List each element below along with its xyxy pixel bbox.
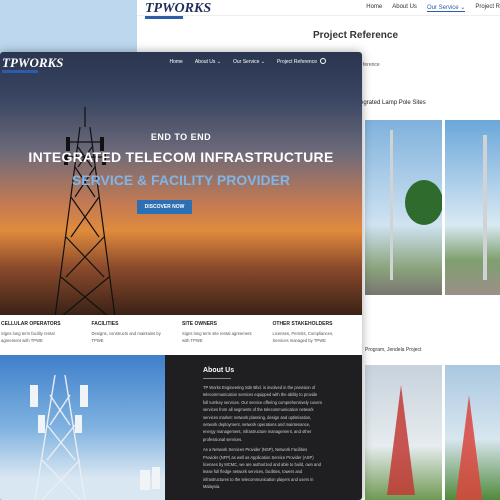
about-tower-image (0, 355, 165, 500)
front-logo[interactable]: TPWORKS (2, 55, 63, 73)
about-title: About Us (203, 367, 235, 374)
card-site-owners: SITE OWNERS Signs long term site rental … (181, 315, 272, 355)
card-text: Signs long term site rental agreement wi… (182, 331, 252, 343)
card-title: SITE OWNERS (182, 321, 218, 327)
stakeholder-cards: CELLULAR OPERATORS Signs long term facil… (0, 315, 362, 355)
back-menu: Home About Us Our Service ⌄ Project R (366, 4, 500, 12)
menu-about[interactable]: About Us ⌄ (195, 59, 221, 65)
foreground-page: TPWORKS Home About Us ⌄ Our Service ⌄ Pr… (0, 52, 362, 500)
hero-headline: INTEGRATED TELECOM INFRASTRUCTURE (28, 149, 334, 165)
card-facilities: FACILITIES Designs, constructs and maint… (91, 315, 182, 355)
back-breadcrumb: ference (363, 62, 380, 68)
menu-project-reference[interactable]: Project Reference (277, 59, 317, 65)
hero-kicker: END TO END (150, 132, 212, 142)
card-cellular-operators: CELLULAR OPERATORS Signs long term facil… (0, 315, 91, 355)
card-title: FACILITIES (91, 321, 119, 327)
back-logo[interactable]: TPWORKS (145, 1, 211, 19)
card-title: OTHER STAKEHOLDERS (272, 321, 333, 327)
about-paragraph-1: TP Works Engineering Sdn Bhd. is involve… (203, 385, 322, 442)
card-title: CELLULAR OPERATORS (1, 321, 61, 327)
card-text: Licenses, Permits, Compliances, Services… (272, 331, 334, 343)
lattice-tower-icon (30, 374, 160, 500)
back-menu-home[interactable]: Home (366, 4, 382, 12)
about-divider (203, 378, 231, 379)
card-text: Designs, constructs and maintains by TPW… (91, 331, 161, 343)
front-navbar: TPWORKS Home About Us ⌄ Our Service ⌄ Pr… (0, 52, 362, 73)
project-photo-4[interactable] (445, 365, 500, 500)
back-section-jendela: Program, Jendela Project (365, 347, 422, 353)
search-icon[interactable] (320, 58, 326, 64)
back-navbar: TPWORKS Home About Us Our Service ⌄ Proj… (137, 0, 500, 19)
hero-subheadline: SERVICE & FACILITY PROVIDER (71, 172, 291, 188)
project-photo-2[interactable] (445, 120, 500, 295)
menu-home[interactable]: Home (169, 59, 182, 65)
about-us-section: About Us TP Works Engineering Sdn Bhd. i… (165, 355, 362, 500)
back-section-lamp-pole: ntegrated Lamp Pole Sites (355, 100, 426, 106)
back-menu-service[interactable]: Our Service ⌄ (426, 4, 466, 12)
front-menu: Home About Us ⌄ Our Service ⌄ Project Re… (169, 59, 317, 65)
card-other-stakeholders: OTHER STAKEHOLDERS Licenses, Permits, Co… (272, 315, 363, 355)
back-menu-about[interactable]: About Us (392, 4, 417, 12)
card-text: Signs long term facility rental agreemen… (1, 331, 55, 343)
back-page-title: Project Reference (313, 30, 399, 41)
hero-banner: TPWORKS Home About Us ⌄ Our Service ⌄ Pr… (0, 52, 362, 317)
discover-now-button[interactable]: DISCOVER NOW (137, 200, 192, 214)
project-photo-1[interactable] (365, 120, 442, 295)
about-paragraph-2: As a Network Services Provider (NSP), Ne… (203, 447, 321, 490)
project-photo-3[interactable] (365, 365, 442, 500)
menu-service[interactable]: Our Service ⌄ (233, 59, 265, 65)
back-menu-project[interactable]: Project R (475, 4, 500, 12)
